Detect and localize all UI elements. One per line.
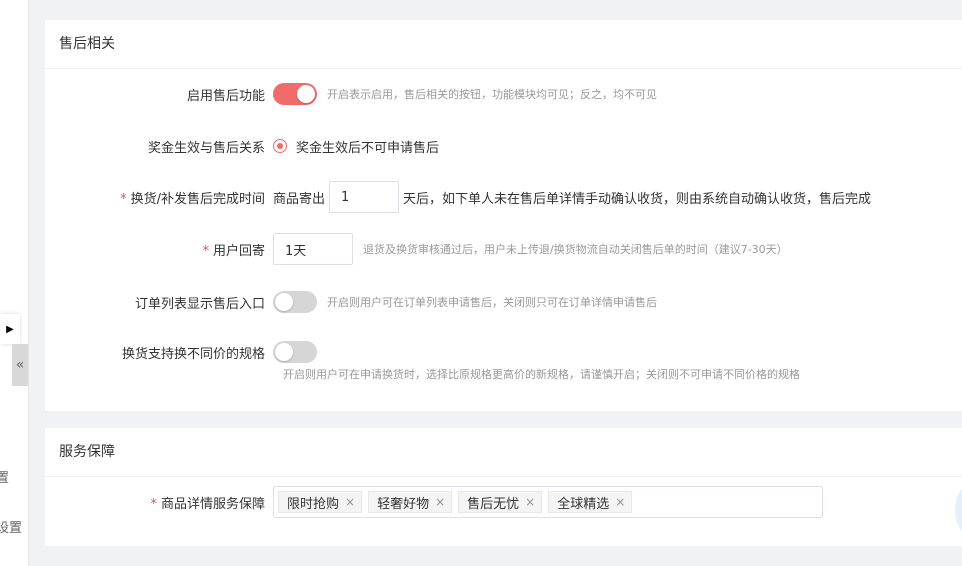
tag-close-icon[interactable]: ×: [345, 495, 355, 509]
left-sidebar: 置 设置: [0, 0, 29, 566]
guarantee-tag: 全球精选 ×: [548, 491, 633, 513]
exchange-diff-spec-toggle[interactable]: [273, 341, 317, 363]
radio-label: 奖金生效后不可申请售后: [296, 140, 440, 156]
section-title: 服务保障: [45, 428, 962, 477]
sidebar-item-label[interactable]: 置: [0, 467, 9, 486]
toggle-knob: [275, 343, 293, 361]
guarantee-tag: 轻奢好物 ×: [368, 491, 453, 513]
tag-close-icon[interactable]: ×: [615, 495, 625, 509]
user-return-days-input[interactable]: 1天: [273, 233, 353, 265]
form-row-exchange-complete-time: * 换货/补发售后完成时间 商品寄出 1 天后，如下单人未在售后单详情手动确认收货…: [45, 180, 945, 214]
service-guarantee-card: 服务保障 * 商品详情服务保障 限时抢购 × 轻奢好物 × 售后无忧 × 全球精选 ×: [45, 428, 962, 546]
section-title: 售后相关: [45, 20, 962, 69]
enable-after-sales-toggle[interactable]: [273, 83, 317, 105]
service-guarantee-select[interactable]: 限时抢购 × 轻奢好物 × 售后无忧 × 全球精选 ×: [273, 486, 823, 518]
tag-label: 全球精选: [557, 496, 610, 512]
bonus-relation-radio-option[interactable]: 奖金生效后不可申请售后: [273, 137, 439, 156]
field-hint: 开启表示启用，售后相关的按钮，功能模块均可见；反之，均不可见: [327, 88, 657, 101]
field-label-text: 换货/补发售后完成时间: [130, 191, 265, 207]
required-mark: *: [150, 496, 157, 512]
order-list-entry-toggle[interactable]: [273, 291, 317, 313]
field-label-text: 用户回寄: [212, 243, 265, 259]
form-row-detail-guarantee: * 商品详情服务保障 限时抢购 × 轻奢好物 × 售后无忧 × 全球精选 ×: [45, 486, 945, 518]
radio-selected-icon[interactable]: [273, 139, 287, 153]
field-hint: 开启则用户可在订单列表申请售后，关闭则只可在订单详情申请售后: [327, 296, 657, 309]
prefix-text: 商品寄出: [273, 191, 326, 207]
field-label: * 商品详情服务保障: [150, 493, 265, 512]
tag-label: 轻奢好物: [377, 496, 430, 512]
field-hint: 退货及换货审核通过后，用户未上传退/换货物流自动关闭售后单的时间（建议7-30天…: [363, 243, 788, 256]
field-label: * 换货/补发售后完成时间: [120, 188, 265, 207]
form-row-user-return: * 用户回寄 1天 退货及换货审核通过后，用户未上传退/换货物流自动关闭售后单的时…: [45, 232, 945, 266]
after-sales-card: 售后相关 启用售后功能 开启表示启用，售后相关的按钮，功能模块均可见；反之，均不…: [45, 20, 962, 411]
suffix-text: 天后，如下单人未在售后单详情手动确认收货，则由系统自动确认收货，售后完成: [403, 191, 872, 207]
tag-label: 售后无忧: [467, 496, 520, 512]
field-label: * 用户回寄: [202, 240, 265, 259]
form-row-enable-after-sales: 启用售后功能 开启表示启用，售后相关的按钮，功能模块均可见；反之，均不可见: [45, 82, 945, 106]
exchange-days-input[interactable]: 1: [329, 181, 400, 213]
form-row-bonus-relation: 奖金生效与售后关系 奖金生效后不可申请售后: [45, 134, 945, 158]
tag-close-icon[interactable]: ×: [525, 495, 535, 509]
required-mark: *: [120, 191, 127, 207]
guarantee-tag: 限时抢购 ×: [278, 491, 363, 513]
field-label-text: 商品详情服务保障: [160, 496, 265, 512]
field-label: 换货支持换不同价的规格: [121, 346, 265, 362]
form-row-order-list-entry: 订单列表显示售后入口 开启则用户可在订单列表申请售后，关闭则只可在订单详情申请售…: [45, 290, 945, 314]
expand-arrow-icon[interactable]: ▶: [0, 314, 20, 344]
guarantee-tag: 售后无忧 ×: [458, 491, 543, 513]
toggle-knob: [275, 293, 293, 311]
form-row-exchange-diff-spec: 换货支持换不同价的规格: [45, 340, 945, 364]
required-mark: *: [202, 243, 209, 259]
tag-label: 限时抢购: [287, 496, 340, 512]
tag-close-icon[interactable]: ×: [435, 495, 445, 509]
toggle-knob: [297, 85, 315, 103]
field-label: 奖金生效与售后关系: [147, 140, 265, 156]
field-label: 启用售后功能: [186, 88, 265, 104]
field-hint: 开启则用户可在申请换货时，选择比原规格更高价的新规格，请谨慎开启；关闭则不可申请…: [283, 368, 800, 381]
collapse-sidebar-icon[interactable]: «: [12, 344, 28, 386]
sidebar-item-label[interactable]: 设置: [0, 517, 22, 536]
field-label: 订单列表显示售后入口: [134, 296, 265, 312]
